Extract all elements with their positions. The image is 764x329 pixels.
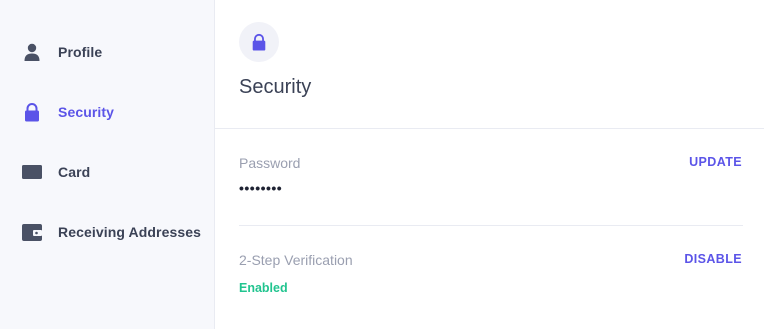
lock-icon (252, 33, 266, 51)
sidebar-item-profile[interactable]: Profile (0, 32, 214, 72)
sidebar-item-receiving-addresses[interactable]: Receiving Addresses (0, 212, 214, 252)
sidebar-item-label: Profile (58, 44, 103, 60)
page-title: Security (239, 76, 312, 98)
user-icon (24, 43, 40, 61)
lock-icon (25, 103, 39, 122)
row-divider (239, 225, 743, 226)
wallet-icon (22, 224, 42, 241)
card-icon (22, 165, 42, 179)
two-step-status: Enabled (239, 281, 288, 295)
disable-two-step-button[interactable]: DISABLE (684, 252, 742, 266)
sidebar-item-label: Card (58, 164, 91, 180)
password-label: Password (239, 155, 301, 171)
password-value: •••••••• (239, 180, 283, 196)
sidebar-item-card[interactable]: Card (0, 152, 214, 192)
settings-sidebar: Profile Security Card Receiving Addresse… (0, 0, 215, 329)
sidebar-item-label: Security (58, 104, 115, 120)
header-icon-badge (239, 22, 279, 62)
security-panel: Security Password UPDATE •••••••• 2-Step… (215, 0, 764, 329)
two-step-label: 2-Step Verification (239, 252, 353, 268)
sidebar-item-label: Receiving Addresses (58, 224, 202, 240)
header-divider (215, 128, 764, 129)
update-password-button[interactable]: UPDATE (689, 155, 742, 169)
sidebar-item-security[interactable]: Security (0, 92, 214, 132)
